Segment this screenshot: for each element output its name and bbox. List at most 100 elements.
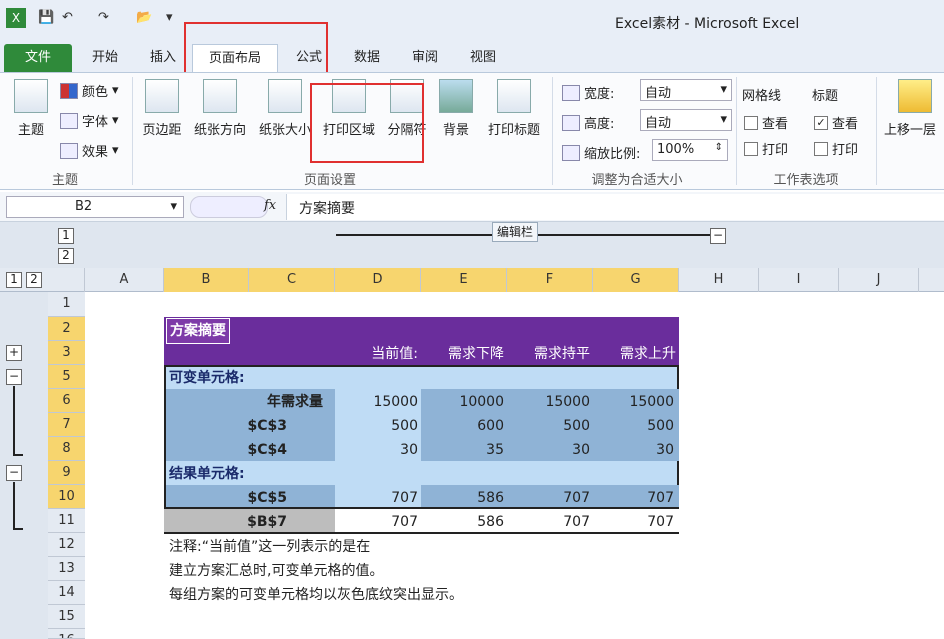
section-result-cells[interactable]: 结果单元格: xyxy=(166,462,248,486)
tab-file[interactable]: 文件 xyxy=(4,44,72,72)
column-header-j[interactable]: J xyxy=(839,268,919,292)
cell-d10[interactable]: 707 xyxy=(335,486,421,510)
row-label-c5[interactable]: $C$5 xyxy=(166,486,290,510)
themes-button[interactable]: 主题 xyxy=(8,79,54,138)
column-header-c[interactable]: C xyxy=(249,268,335,292)
outline-level-1-button[interactable]: 1 xyxy=(58,228,74,244)
cell-e6[interactable]: 10000 xyxy=(421,390,507,414)
select-all-button[interactable] xyxy=(48,268,85,292)
cell-g11[interactable]: 707 xyxy=(593,510,677,534)
row-header-3[interactable]: 3 xyxy=(48,341,85,365)
note-line-3[interactable]: 每组方案的可变单元格均以灰色底纹突出显示。 xyxy=(166,583,466,607)
column-header-d[interactable]: D xyxy=(335,268,421,292)
row-header-1[interactable]: 1 xyxy=(48,292,85,317)
row-label-b7[interactable]: $B$7 xyxy=(166,510,290,534)
formula-bar-toggle[interactable] xyxy=(190,196,268,218)
size-button[interactable]: 纸张大小 xyxy=(254,79,316,138)
print-titles-button[interactable]: 打印标题 xyxy=(480,79,548,138)
row-header-11[interactable]: 11 xyxy=(48,509,85,533)
width-combo[interactable]: 自动 ▾ xyxy=(640,79,732,101)
cell-g7[interactable]: 500 xyxy=(593,414,677,438)
cell-g6[interactable]: 15000 xyxy=(593,390,677,414)
redo-icon[interactable]: ↷ xyxy=(98,10,109,25)
row-label-c3[interactable]: $C$3 xyxy=(166,414,290,438)
gridlines-print-checkbox[interactable]: 打印 xyxy=(744,139,788,158)
column-header-h[interactable]: H xyxy=(679,268,759,292)
cell-e8[interactable]: 35 xyxy=(421,438,507,462)
column-header-f[interactable]: F xyxy=(507,268,593,292)
cell-f6[interactable]: 15000 xyxy=(507,390,593,414)
row-header-15[interactable]: 15 xyxy=(48,605,85,629)
row-label-c4[interactable]: $C$4 xyxy=(166,438,290,462)
cell-e11[interactable]: 586 xyxy=(421,510,507,534)
row-header-12[interactable]: 12 xyxy=(48,533,85,557)
formula-input[interactable]: 方案摘要 xyxy=(286,194,944,220)
cell-f8[interactable]: 30 xyxy=(507,438,593,462)
column-header-e[interactable]: E xyxy=(421,268,507,292)
header-current[interactable]: 当前值: xyxy=(335,342,421,366)
cell-f11[interactable]: 707 xyxy=(507,510,593,534)
tab-review[interactable]: 审阅 xyxy=(400,44,450,72)
undo-icon[interactable]: ↶ xyxy=(62,10,73,25)
row-header-2[interactable]: 2 xyxy=(48,317,85,341)
note-line-2[interactable]: 建立方案汇总时,可变单元格的值。 xyxy=(166,559,386,583)
tab-home[interactable]: 开始 xyxy=(80,44,130,72)
name-box[interactable]: B2 ▾ xyxy=(6,196,184,218)
fonts-button[interactable]: 字体 ▾ xyxy=(60,111,119,130)
function-icon[interactable]: fx xyxy=(264,198,276,213)
tab-view[interactable]: 视图 xyxy=(458,44,508,72)
cell-g10[interactable]: 707 xyxy=(593,486,677,510)
row-header-10[interactable]: 10 xyxy=(48,485,85,509)
outline-level-2-button[interactable]: 2 xyxy=(58,248,74,264)
row-label-annual-demand[interactable]: 年需求量 xyxy=(166,390,326,414)
cell-e10[interactable]: 586 xyxy=(421,486,507,510)
cell-d11[interactable]: 707 xyxy=(335,510,421,534)
scale-spinner[interactable]: 100% ⇕ xyxy=(652,139,728,161)
colors-button[interactable]: 颜色 ▾ xyxy=(60,81,119,100)
header-flat[interactable]: 需求持平 xyxy=(507,342,593,366)
row-header-13[interactable]: 13 xyxy=(48,557,85,581)
column-header-b[interactable]: B xyxy=(164,268,249,292)
row-header-8[interactable]: 8 xyxy=(48,437,85,461)
open-folder-icon[interactable]: 📂 xyxy=(136,10,152,25)
row-outline-level-1[interactable]: 1 xyxy=(6,272,22,288)
row-header-7[interactable]: 7 xyxy=(48,413,85,437)
collapse-column-group-button[interactable]: − xyxy=(710,228,726,244)
row-header-16[interactable]: 16 xyxy=(48,629,85,639)
cell-g8[interactable]: 30 xyxy=(593,438,677,462)
gridlines-view-checkbox[interactable]: 查看 xyxy=(744,113,788,132)
summary-title[interactable]: 方案摘要 xyxy=(166,318,230,344)
cell-f10[interactable]: 707 xyxy=(507,486,593,510)
row-header-9[interactable]: 9 xyxy=(48,461,85,485)
tab-data[interactable]: 数据 xyxy=(342,44,392,72)
collapse-row-group-2-button[interactable]: − xyxy=(6,465,22,481)
row-outline-level-2[interactable]: 2 xyxy=(26,272,42,288)
height-combo[interactable]: 自动 ▾ xyxy=(640,109,732,131)
bring-forward-button[interactable]: 上移一层 xyxy=(884,79,944,138)
row-header-5[interactable]: 5 xyxy=(48,365,85,389)
column-header-i[interactable]: I xyxy=(759,268,839,292)
column-header-a[interactable]: A xyxy=(85,268,164,292)
column-header-g[interactable]: G xyxy=(593,268,679,292)
header-up[interactable]: 需求上升 xyxy=(593,342,679,366)
row-header-6[interactable]: 6 xyxy=(48,389,85,413)
orientation-button[interactable]: 纸张方向 xyxy=(188,79,252,138)
margins-button[interactable]: 页边距 xyxy=(138,79,186,138)
background-button[interactable]: 背景 xyxy=(436,79,476,138)
tab-insert[interactable]: 插入 xyxy=(138,44,188,72)
cell-d8[interactable]: 30 xyxy=(335,438,421,462)
headings-view-checkbox[interactable]: ✓ 查看 xyxy=(814,113,858,132)
customize-toolbar-icon[interactable]: ▾ xyxy=(166,10,173,25)
cell-d7[interactable]: 500 xyxy=(335,414,421,438)
cell-f7[interactable]: 500 xyxy=(507,414,593,438)
collapse-row-group-1-button[interactable]: − xyxy=(6,369,22,385)
section-changing-cells[interactable]: 可变单元格: xyxy=(166,366,248,390)
headings-print-checkbox[interactable]: 打印 xyxy=(814,139,858,158)
note-line-1[interactable]: 注释:“当前值”这一列表示的是在 xyxy=(166,535,373,559)
row-header-14[interactable]: 14 xyxy=(48,581,85,605)
cell-d6[interactable]: 15000 xyxy=(335,390,421,414)
expand-row-group-button[interactable]: + xyxy=(6,345,22,361)
save-icon[interactable]: 💾 xyxy=(38,10,54,25)
cell-e7[interactable]: 600 xyxy=(421,414,507,438)
effects-button[interactable]: 效果 ▾ xyxy=(60,141,119,160)
